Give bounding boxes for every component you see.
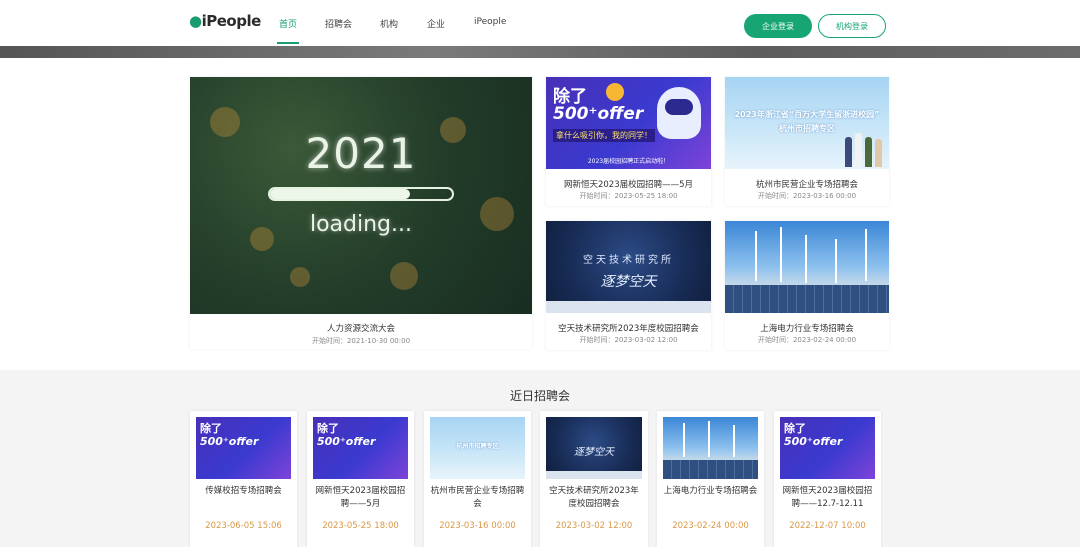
org-login-button[interactable]: 机构登录: [818, 14, 886, 38]
banner-strip: [0, 46, 1080, 58]
card-time: 开始时间：2021-10-30 00:00: [311, 337, 411, 345]
card-title: 杭州市民营企业专场招聘会: [430, 486, 525, 509]
ipeople-logo[interactable]: ●iPeople: [189, 12, 261, 30]
offer-poster-image: 除了 500⁺offer: [313, 417, 408, 479]
loading-text: loading...: [309, 212, 413, 237]
power-industry-image: [663, 417, 758, 479]
featured-card[interactable]: 除了 500⁺offer 拿什么吸引你，我的同学！ 2023届校园招聘正式启动啦…: [546, 77, 711, 206]
card-time: 2023-02-24 00:00: [672, 521, 749, 531]
nav-institutions[interactable]: 机构: [380, 17, 398, 30]
featured-main-card[interactable]: 2021 loading... 人力资源交流大会 开始时间：2021-10-30…: [190, 77, 532, 349]
card-time: 2023-05-25 18:00: [322, 521, 399, 531]
year-text: 2021: [305, 129, 417, 178]
recent-card[interactable]: 逐梦空天 空天技术研究所2023年度校园招聘会 2023-03-02 12:00: [540, 411, 648, 547]
card-title: 人力资源交流大会: [326, 324, 395, 334]
card-title: 网新恒天2023届校园招聘——5月: [563, 180, 694, 190]
card-time: 2023-06-05 15:06: [205, 521, 282, 531]
robot-icon: [657, 87, 701, 139]
recent-card[interactable]: 除了 500⁺offer 传媒校招专场招聘会 2023-06-05 15:06: [190, 411, 297, 547]
recent-card[interactable]: 除了 500⁺offer 网新恒天2023届校园招聘——5月 2023-05-2…: [307, 411, 414, 547]
nav-ipeople[interactable]: iPeople: [474, 17, 506, 27]
recent-card[interactable]: 除了 500⁺offer 网新恒天2023届校园招聘——12.7-12.11 2…: [774, 411, 881, 547]
card-time: 开始时间：2023-03-02 12:00: [579, 336, 678, 344]
card-title: 上海电力行业专场招聘会: [760, 324, 854, 334]
recent-card[interactable]: 杭州市招聘专区 杭州市民营企业专场招聘会 2023-03-16 00:00: [424, 411, 531, 547]
card-title: 杭州市民营企业专场招聘会: [755, 180, 858, 190]
nav-companies[interactable]: 企业: [427, 17, 445, 30]
card-title: 空天技术研究所2023年度校园招聘会: [558, 324, 699, 334]
featured-section: [0, 58, 1080, 370]
nav-job-fairs[interactable]: 招聘会: [325, 17, 352, 30]
card-time: 2022-12-07 10:00: [789, 521, 866, 531]
loading-2021-image: 2021 loading...: [190, 77, 532, 314]
card-time: 开始时间：2023-02-24 00:00: [757, 336, 857, 344]
card-time: 2023-03-02 12:00: [555, 521, 633, 531]
logo-mark-icon: ●: [189, 12, 202, 30]
card-title: 网新恒天2023届校园招聘——5月: [315, 486, 406, 509]
card-time: 开始时间：2023-03-16 00:00: [757, 192, 857, 200]
recent-card[interactable]: 上海电力行业专场招聘会 2023-02-24 00:00: [657, 411, 764, 547]
card-time: 2023-03-16 00:00: [439, 521, 516, 531]
loading-progress-bar: [268, 187, 454, 201]
card-time: 开始时间：2023-05-25 18:00: [579, 192, 678, 200]
nav-home[interactable]: 首页: [279, 17, 297, 30]
offer-poster-image: 除了 500⁺offer: [780, 417, 875, 479]
card-title: 空天技术研究所2023年度校园招聘会: [549, 486, 639, 509]
space-institute-image: 逐梦空天: [546, 417, 642, 479]
recent-section-title: 近日招聘会: [509, 389, 570, 403]
card-title: 传媒校招专场招聘会: [205, 486, 282, 496]
featured-card[interactable]: 上海电力行业专场招聘会 开始时间：2023-02-24 00:00: [725, 221, 889, 350]
featured-card[interactable]: 空天技术研究所 逐梦空天 空天技术研究所2023年度校园招聘会 开始时间：202…: [546, 221, 711, 350]
offer-poster-image: 除了 500⁺offer 拿什么吸引你，我的同学！ 2023届校园招聘正式启动啦…: [546, 77, 711, 169]
card-title: 网新恒天2023届校园招聘——12.7-12.11: [782, 486, 873, 509]
hangzhou-poster-image: 杭州市招聘专区: [430, 417, 525, 479]
featured-card[interactable]: 2023年浙江省“百万大学生留浙进校园” 杭州市招聘专区 杭州市民营企业专场招聘…: [725, 77, 889, 206]
company-login-button[interactable]: 企业登录: [744, 14, 812, 38]
space-institute-image: 空天技术研究所 逐梦空天: [546, 221, 711, 313]
nav-active-indicator: [277, 42, 299, 44]
offer-poster-image: 除了 500⁺offer: [196, 417, 291, 479]
hangzhou-poster-image: 2023年浙江省“百万大学生留浙进校园” 杭州市招聘专区: [725, 77, 889, 169]
top-header: ●iPeople 首页 招聘会 机构 企业 iPeople 企业登录 机构登录: [0, 0, 1080, 46]
card-title: 上海电力行业专场招聘会: [663, 486, 758, 496]
power-industry-image: [725, 221, 889, 313]
